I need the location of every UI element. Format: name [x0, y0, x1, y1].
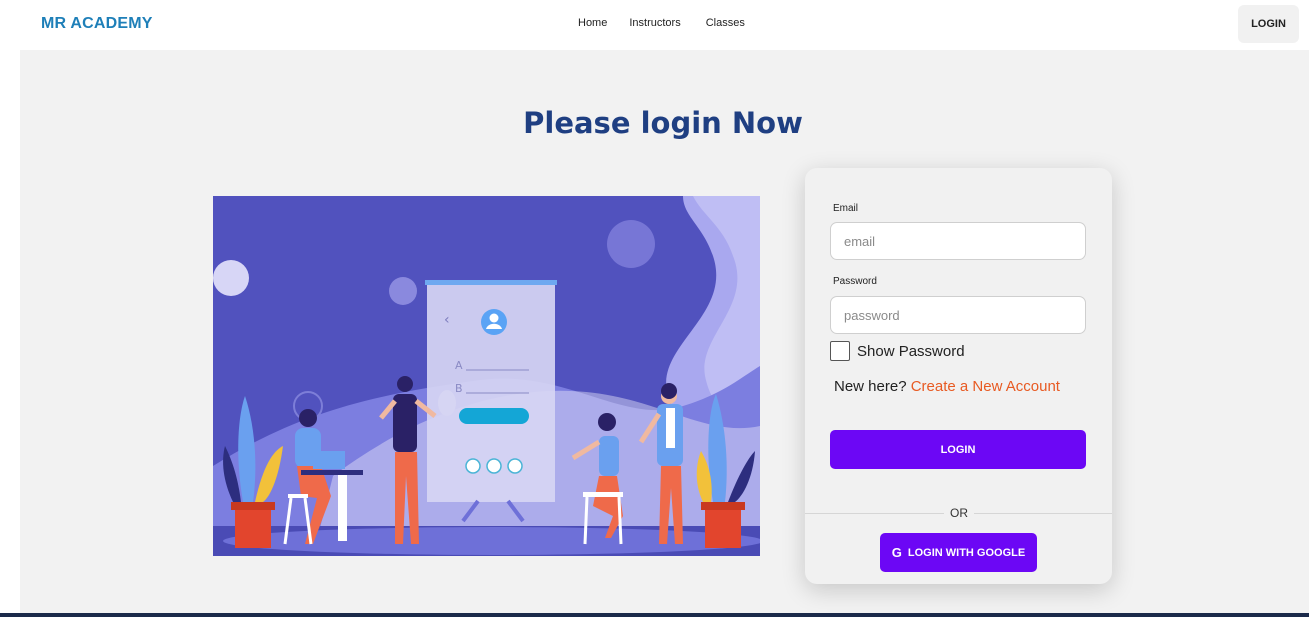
- navbar: MR ACADEMY Home Instructors Classes LOGI…: [0, 0, 1309, 50]
- login-form-card: Email Password Show Password New here? C…: [805, 168, 1112, 584]
- illustration-field-a: A: [455, 359, 463, 372]
- page-title: Please login Now: [523, 106, 803, 140]
- password-field[interactable]: [830, 296, 1086, 334]
- nav-link-classes[interactable]: Classes: [706, 17, 745, 29]
- new-here-text: New here?: [834, 378, 907, 395]
- login-illustration: ‹ A B: [213, 196, 760, 556]
- or-text: OR: [944, 506, 974, 520]
- show-password-label[interactable]: Show Password: [857, 343, 965, 360]
- login-submit-button[interactable]: LOGIN: [830, 430, 1086, 469]
- illustration-field-b: B: [455, 382, 463, 395]
- email-label: Email: [833, 203, 859, 214]
- nav-link-home[interactable]: Home: [578, 17, 607, 29]
- brand-logo[interactable]: MR ACADEMY: [41, 15, 153, 33]
- nav-login-button[interactable]: LOGIN: [1238, 5, 1299, 43]
- illustration-graphic: ‹ A B: [213, 196, 760, 556]
- illustration-back-glyph: ‹: [444, 312, 450, 328]
- google-login-button[interactable]: G LOGIN WITH GOOGLE: [880, 533, 1037, 572]
- password-label: Password: [833, 276, 877, 287]
- create-account-link[interactable]: Create a New Account: [911, 378, 1060, 395]
- footer-edge: [0, 613, 1309, 617]
- main-section: Please login Now ‹ A B Email email Passw…: [20, 50, 1309, 613]
- google-icon: G: [891, 545, 902, 560]
- show-password-checkbox[interactable]: [830, 341, 850, 361]
- nav-links: Home Instructors Classes: [578, 17, 745, 29]
- google-login-label: LOGIN WITH GOOGLE: [907, 546, 1026, 559]
- email-field[interactable]: [830, 222, 1086, 260]
- signup-prompt: New here? Create a New Account: [834, 378, 1060, 395]
- nav-link-instructors[interactable]: Instructors: [629, 17, 680, 29]
